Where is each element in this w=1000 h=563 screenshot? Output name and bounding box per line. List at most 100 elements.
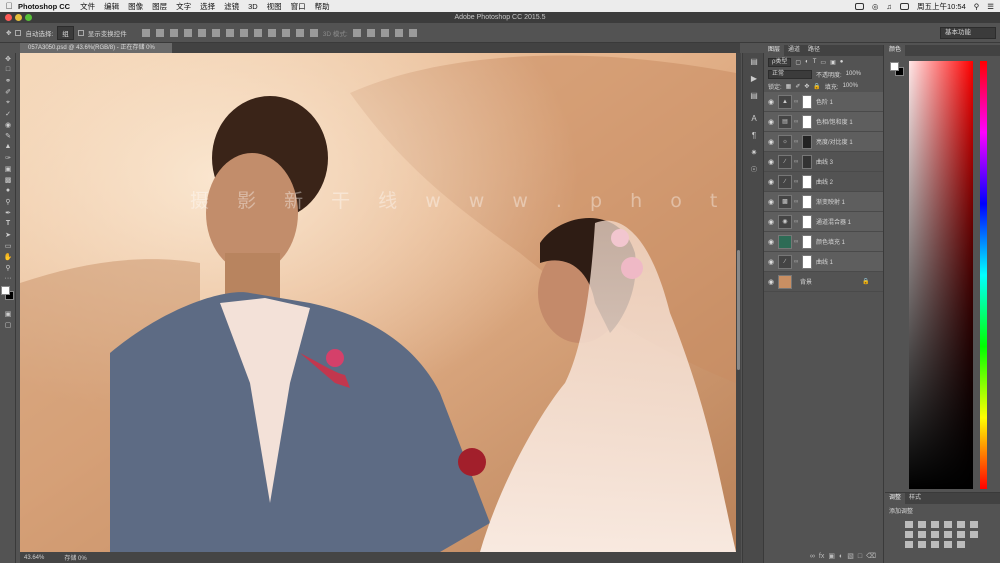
distribute-center-icon[interactable]: [281, 28, 290, 37]
layer-row-background[interactable]: ◉ 背景 🔒: [764, 272, 883, 292]
layer-name[interactable]: 色相/饱和度 1: [816, 117, 853, 126]
zoom-level[interactable]: 43.64%: [24, 555, 44, 561]
gradient-map-adjust-icon[interactable]: [944, 541, 952, 548]
layer-row-gradient-map[interactable]: ◉ ▩ ∞ 渐变映射 1: [764, 192, 883, 212]
align-bottom-icon[interactable]: [169, 28, 178, 37]
quick-select-tool-icon[interactable]: ✐: [0, 86, 16, 97]
tab-layers[interactable]: 图层: [764, 45, 785, 56]
tab-channels[interactable]: 通道: [784, 45, 804, 56]
hue-slider[interactable]: [980, 61, 987, 489]
layer-name[interactable]: 曲线 1: [816, 257, 833, 266]
filter-type-icon[interactable]: T: [813, 59, 817, 65]
eye-icon[interactable]: ◉: [764, 98, 778, 106]
character-icon[interactable]: A: [743, 110, 765, 127]
tab-styles[interactable]: 样式: [905, 493, 925, 504]
app-menu[interactable]: Photoshop CC: [18, 2, 70, 11]
opacity-value[interactable]: 100%: [846, 71, 861, 77]
filter-shape-icon[interactable]: ▭: [820, 59, 826, 66]
move-tool-icon[interactable]: ✥: [0, 53, 16, 64]
lock-pixels-icon[interactable]: ▦: [786, 83, 792, 90]
distribute-right-icon[interactable]: [295, 28, 304, 37]
menu-type[interactable]: 文字: [176, 1, 191, 12]
layer-mask[interactable]: [802, 94, 812, 109]
distribute-middle-icon[interactable]: [239, 28, 248, 37]
history-icon[interactable]: ▤: [743, 53, 765, 70]
fx-icon[interactable]: fx: [819, 553, 824, 560]
screen-mode-icon[interactable]: ▢: [0, 319, 16, 330]
blend-mode-dropdown[interactable]: 正常: [768, 69, 812, 79]
menu-help[interactable]: 帮助: [315, 1, 330, 12]
fill-value[interactable]: 100%: [843, 83, 858, 89]
eye-icon[interactable]: ◉: [764, 118, 778, 126]
layer-name[interactable]: 渐变映射 1: [816, 197, 845, 206]
eye-icon[interactable]: ◉: [764, 198, 778, 206]
search-icon[interactable]: ⚲: [974, 2, 980, 11]
eraser-tool-icon[interactable]: ▣: [0, 163, 16, 174]
auto-select-checkbox[interactable]: [15, 29, 22, 36]
posterize-adjust-icon[interactable]: [918, 541, 926, 548]
eye-icon[interactable]: ◉: [764, 158, 778, 166]
black-white-adjust-icon[interactable]: [931, 531, 939, 538]
curves-adjust-icon[interactable]: [931, 521, 939, 528]
marquee-tool-icon[interactable]: □: [0, 64, 16, 75]
filter-toggle-icon[interactable]: ●: [840, 59, 844, 65]
document-canvas[interactable]: 摄 影 新 干 线 w w w . p h o t o s k s . v i …: [20, 53, 736, 552]
eye-icon[interactable]: ◉: [764, 218, 778, 226]
new-group-icon[interactable]: ▧: [847, 552, 854, 560]
channel-mixer-adjust-icon[interactable]: [957, 531, 965, 538]
layer-mask[interactable]: [802, 134, 812, 149]
menu-select[interactable]: 选择: [200, 1, 215, 12]
add-mask-icon[interactable]: ▣: [828, 552, 835, 560]
workspace-dropdown[interactable]: 基本功能: [940, 27, 996, 39]
layer-mask[interactable]: [802, 174, 812, 189]
close-icon[interactable]: [5, 14, 12, 21]
canvas-scroll-thumb[interactable]: [737, 250, 740, 370]
brush-tool-icon[interactable]: ✎: [0, 130, 16, 141]
layer-name[interactable]: 色阶 1: [816, 97, 833, 106]
distribute-left-icon[interactable]: [267, 28, 276, 37]
new-adjustment-icon[interactable]: ◐: [839, 553, 843, 560]
menu-3d[interactable]: 3D: [248, 2, 258, 11]
selective-color-adjust-icon[interactable]: [957, 541, 965, 548]
slide-3d-icon[interactable]: [394, 28, 403, 37]
menu-layer[interactable]: 图层: [152, 1, 167, 12]
eye-icon[interactable]: ◉: [764, 138, 778, 146]
menu-edit[interactable]: 编辑: [104, 1, 119, 12]
new-layer-icon[interactable]: □: [858, 553, 862, 560]
menu-filter[interactable]: 滤镜: [224, 1, 239, 12]
layer-mask[interactable]: [802, 114, 812, 129]
layer-row-curves-1[interactable]: ◉ ∕ ∞ 曲线 1: [764, 252, 883, 272]
align-center-icon[interactable]: [197, 28, 206, 37]
layer-mask[interactable]: [802, 234, 812, 249]
layer-mask[interactable]: [802, 194, 812, 209]
more-tools-icon[interactable]: ···: [0, 273, 16, 284]
layer-filter-dropdown[interactable]: ρ类型: [768, 57, 792, 67]
eye-icon[interactable]: ◉: [764, 178, 778, 186]
blur-tool-icon[interactable]: ●: [0, 185, 16, 196]
display-icon[interactable]: [854, 2, 864, 10]
layer-mask[interactable]: [802, 214, 812, 229]
brush-panel-icon[interactable]: ✷: [743, 144, 765, 161]
layer-row-curves-2[interactable]: ◉ ∕ ∞ 曲线 2: [764, 172, 883, 192]
menu-list-icon[interactable]: ☰: [987, 2, 994, 11]
crop-tool-icon[interactable]: ⌖: [0, 97, 16, 108]
invert-adjust-icon[interactable]: [905, 541, 913, 548]
scale-3d-icon[interactable]: [408, 28, 417, 37]
pen-tool-icon[interactable]: ✒: [0, 207, 16, 218]
menu-image[interactable]: 图像: [128, 1, 143, 12]
battery-icon[interactable]: [899, 2, 909, 10]
layer-row-color-fill[interactable]: ◉ ∞ 颜色填充 1: [764, 232, 883, 252]
properties-icon[interactable]: ▤: [743, 87, 765, 104]
color-balance-adjust-icon[interactable]: [918, 531, 926, 538]
show-transform-checkbox[interactable]: [77, 29, 84, 36]
vibrance-adjust-icon[interactable]: [957, 521, 965, 528]
document-tab[interactable]: 057A3050.psd @ 43.6%(RGB/8) - 正在存储 0%: [20, 43, 172, 53]
type-tool-icon[interactable]: T: [0, 218, 16, 229]
volume-icon[interactable]: ♫: [886, 2, 892, 11]
maximize-icon[interactable]: [25, 14, 32, 21]
link-layers-icon[interactable]: ∞: [810, 553, 815, 560]
menu-file[interactable]: 文件: [80, 1, 95, 12]
move-tool-icon[interactable]: ✥: [6, 29, 11, 37]
lock-position-icon[interactable]: ✥: [804, 83, 809, 90]
exposure-adjust-icon[interactable]: [944, 521, 952, 528]
